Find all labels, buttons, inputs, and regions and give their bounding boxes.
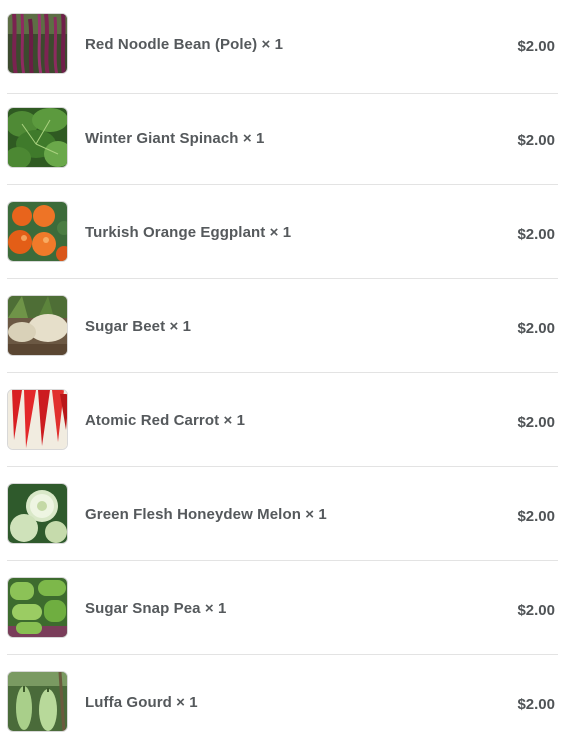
- item-name[interactable]: Atomic Red Carrot × 1: [85, 412, 245, 429]
- turkish-orange-eggplant-thumbnail[interactable]: [7, 201, 68, 262]
- item-price: $2.00: [517, 508, 555, 525]
- order-item-row: Red Noodle Bean (Pole) × 1 $2.00: [7, 0, 558, 94]
- item-price: $2.00: [517, 38, 555, 55]
- honeydew-melon-thumbnail[interactable]: [7, 483, 68, 544]
- item-name[interactable]: Sugar Snap Pea × 1: [85, 600, 226, 617]
- luffa-gourd-thumbnail[interactable]: [7, 671, 68, 732]
- order-item-row: Luffa Gourd × 1 $2.00: [7, 655, 558, 749]
- item-name[interactable]: Red Noodle Bean (Pole) × 1: [85, 36, 283, 53]
- sugar-beet-thumbnail[interactable]: [7, 295, 68, 356]
- order-item-row: Green Flesh Honeydew Melon × 1 $2.00: [7, 467, 558, 561]
- order-item-row: Turkish Orange Eggplant × 1 $2.00: [7, 185, 558, 279]
- item-price: $2.00: [517, 320, 555, 337]
- item-price: $2.00: [517, 602, 555, 619]
- order-item-list: Red Noodle Bean (Pole) × 1 $2.00 Winter …: [0, 0, 577, 736]
- item-name[interactable]: Winter Giant Spinach × 1: [85, 130, 264, 147]
- order-item-row: Atomic Red Carrot × 1 $2.00: [7, 373, 558, 467]
- item-name[interactable]: Green Flesh Honeydew Melon × 1: [85, 506, 327, 523]
- item-name[interactable]: Luffa Gourd × 1: [85, 694, 198, 711]
- item-name[interactable]: Sugar Beet × 1: [85, 318, 191, 335]
- order-item-row: Sugar Snap Pea × 1 $2.00: [7, 561, 558, 655]
- atomic-red-carrot-thumbnail[interactable]: [7, 389, 68, 450]
- red-noodle-bean-thumbnail[interactable]: [7, 13, 68, 74]
- item-price: $2.00: [517, 132, 555, 149]
- item-price: $2.00: [517, 414, 555, 431]
- item-price: $2.00: [517, 226, 555, 243]
- winter-giant-spinach-thumbnail[interactable]: [7, 107, 68, 168]
- item-price: $2.00: [517, 696, 555, 713]
- order-item-row: Winter Giant Spinach × 1 $2.00: [7, 91, 558, 185]
- sugar-snap-pea-thumbnail[interactable]: [7, 577, 68, 638]
- item-name[interactable]: Turkish Orange Eggplant × 1: [85, 224, 291, 241]
- order-item-row: Sugar Beet × 1 $2.00: [7, 279, 558, 373]
